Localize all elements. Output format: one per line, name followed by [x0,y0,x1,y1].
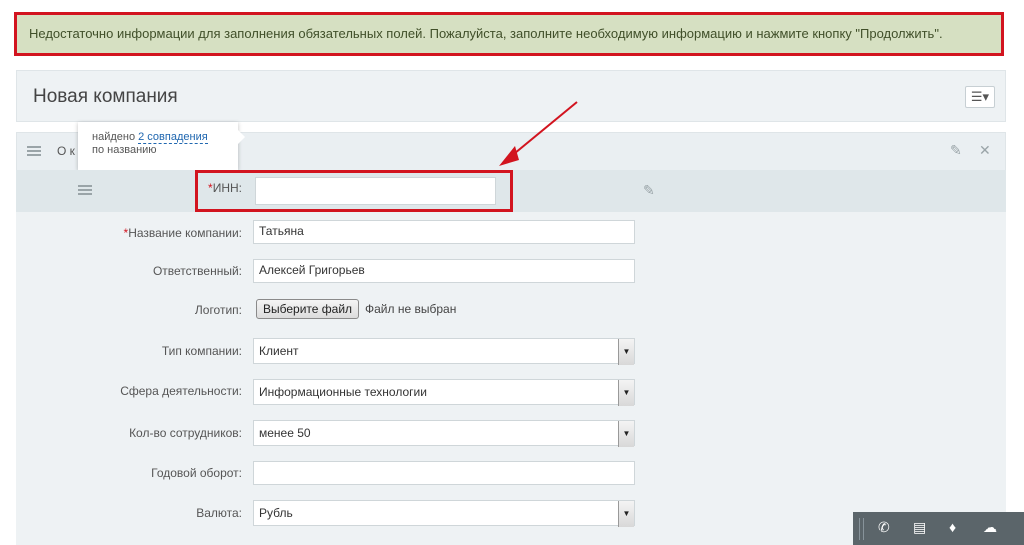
matches-link[interactable]: 2 совпадения [138,131,208,144]
tooltip-prefix: найдено [92,131,139,143]
industry-value: Информационные технологии [259,385,427,399]
pencil-icon[interactable]: ✎ [950,142,962,159]
company-type-label: Тип компании: [161,344,242,358]
tooltip-suffix: по названию [92,144,157,156]
inn-highlight-box [195,170,513,212]
industry-select[interactable]: Информационные технологии ▼ [253,379,635,406]
employees-label: Кол-во сотрудников: [129,426,242,440]
industry-label: Сфера деятельности: [120,384,242,398]
dropdown-arrow-icon[interactable]: ▼ [618,501,634,527]
dropdown-arrow-icon[interactable]: ▼ [618,380,634,406]
annotation-arrow [499,101,578,166]
menu-icon: ☰▾ [970,89,990,104]
currency-select[interactable]: Рубль ▼ [253,500,635,527]
dropdown-arrow-icon[interactable]: ▼ [618,339,634,365]
bell-icon[interactable]: ♦ [949,519,956,535]
company-name-label: *Название компании: [123,226,242,240]
page-title: Новая компания [33,86,178,107]
validation-alert: Недостаточно информации для заполнения о… [14,12,1004,56]
choose-file-button[interactable]: Выберите файл [256,299,360,319]
currency-label: Валюта: [196,506,242,520]
company-type-select[interactable]: Клиент ▼ [253,338,635,365]
pencil-icon[interactable]: ✎ [643,182,655,199]
company-type-value: Клиент [259,344,299,358]
responsible-label: Ответственный: [152,264,242,278]
revenue-label: Годовой оборот: [151,466,242,480]
section-title: О к [57,144,75,158]
alert-message: Недостаточно информации для заполнения о… [29,26,943,41]
responsible-input[interactable]: Алексей Григорьев [253,259,635,283]
logo-label: Логотип: [194,303,242,317]
duplicates-tooltip: найдено 2 совпадения по названию [78,122,245,170]
revenue-input[interactable] [253,461,635,485]
file-status: Файл не выбран [365,302,457,316]
drag-handle-icon[interactable] [27,146,41,156]
currency-value: Рубль [259,506,293,520]
dropdown-arrow-icon[interactable]: ▼ [618,421,634,447]
messenger-taskbar: ✆ ▤ ♦ ☁ [853,512,1024,545]
menu-button[interactable]: ☰▾ [965,86,995,108]
close-icon[interactable]: ✕ [979,142,991,159]
employees-value: менее 50 [259,426,311,440]
chat-icon[interactable]: ▤ [913,519,926,536]
company-name-input[interactable]: Татьяна [253,220,635,244]
employees-select[interactable]: менее 50 ▼ [253,420,635,447]
cloud-icon[interactable]: ☁ [983,519,997,536]
phone-icon[interactable]: ✆ [878,519,890,536]
